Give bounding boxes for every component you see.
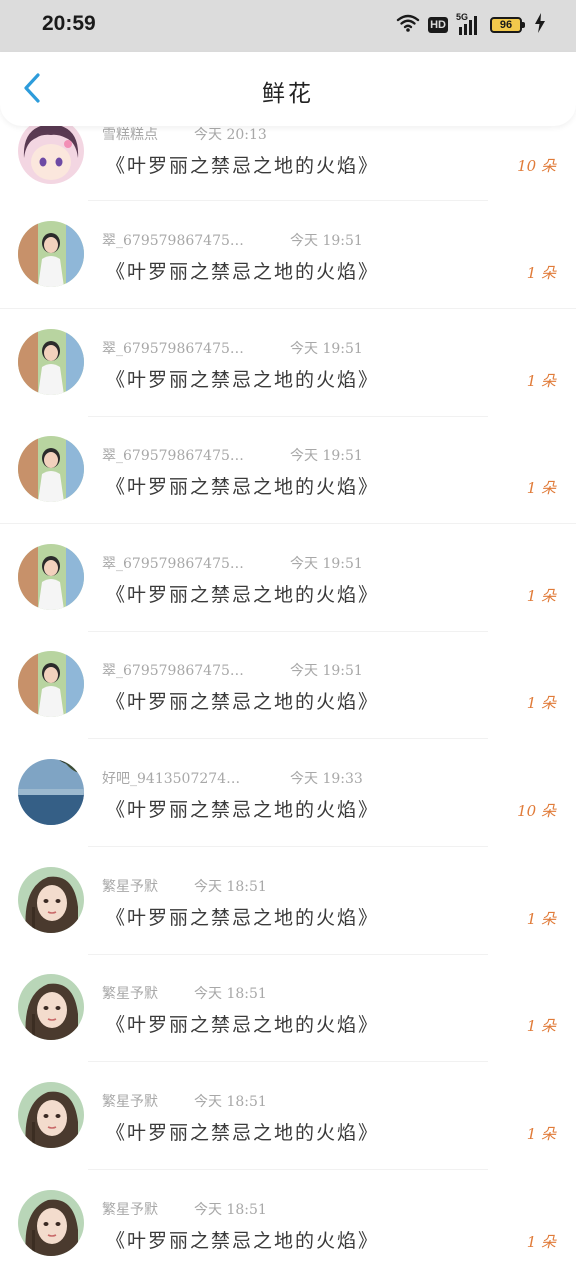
record-meta: 翠_679579867475… 今天 19:51 — [102, 230, 363, 250]
user-name: 翠_679579867475… — [102, 556, 244, 572]
gift-title: 《叶罗丽之禁忌之地的火焰》 — [106, 476, 380, 498]
record-meta: 繁星予默 今天 18:51 — [102, 1091, 267, 1111]
list-item[interactable]: 繁星予默 今天 18:51 《叶罗丽之禁忌之地的火焰》 1 朵 — [0, 847, 576, 955]
list-item[interactable]: 翠_679579867475… 今天 19:51 《叶罗丽之禁忌之地的火焰》 1… — [0, 631, 576, 739]
record-time: 今天 19:51 — [290, 448, 363, 464]
record-time: 今天 19:51 — [290, 233, 363, 249]
gift-title: 《叶罗丽之禁忌之地的火焰》 — [106, 1230, 380, 1252]
record-meta: 繁星予默 今天 18:51 — [102, 876, 267, 896]
gift-title: 《叶罗丽之禁忌之地的火焰》 — [106, 1014, 380, 1036]
list-item[interactable]: 繁星予默 今天 18:51 《叶罗丽之禁忌之地的火焰》 1 朵 — [0, 954, 576, 1062]
gift-title: 《叶罗丽之禁忌之地的火焰》 — [106, 584, 380, 606]
user-name: 翠_679579867475… — [102, 663, 244, 679]
gift-title: 《叶罗丽之禁忌之地的火焰》 — [106, 155, 380, 177]
record-meta: 翠_679579867475… 今天 19:51 — [102, 445, 363, 465]
charging-icon — [534, 13, 546, 37]
child-photo-avatar[interactable] — [18, 221, 84, 287]
record-time: 今天 20:13 — [194, 127, 267, 143]
record-meta: 雪糕糕点 今天 20:13 — [102, 124, 267, 144]
list-item[interactable]: 繁星予默 今天 18:51 《叶罗丽之禁忌之地的火焰》 1 朵 — [0, 1062, 576, 1170]
status-bar: 20:59 HD 5G 96 — [0, 0, 576, 52]
status-time: 20:59 — [42, 12, 96, 35]
beach-photo-avatar[interactable] — [18, 759, 84, 825]
battery-level: 96 — [499, 19, 513, 31]
battery-icon: 96 — [490, 17, 525, 33]
flower-count: 10 朵 — [517, 802, 556, 820]
navigation-header: 鲜花 — [0, 52, 576, 126]
anime-girl-avatar[interactable] — [18, 118, 84, 184]
gift-title: 《叶罗丽之禁忌之地的火焰》 — [106, 799, 380, 821]
record-meta: 繁星予默 今天 18:51 — [102, 983, 267, 1003]
list-item[interactable]: 翠_679579867475… 今天 19:51 《叶罗丽之禁忌之地的火焰》 1… — [0, 524, 576, 632]
painted-girl-avatar[interactable] — [18, 1190, 84, 1256]
child-photo-avatar[interactable] — [18, 544, 84, 610]
flower-count: 1 朵 — [526, 372, 556, 390]
flower-count: 1 朵 — [526, 264, 556, 282]
record-meta: 翠_679579867475… 今天 19:51 — [102, 338, 363, 358]
user-name: 好吧_9413507274… — [102, 771, 241, 787]
record-time: 今天 19:33 — [290, 771, 363, 787]
list-item[interactable]: 翠_679579867475… 今天 19:51 《叶罗丽之禁忌之地的火焰》 1… — [0, 201, 576, 309]
user-name: 翠_679579867475… — [102, 233, 244, 249]
record-meta: 好吧_9413507274… 今天 19:33 — [102, 768, 363, 788]
user-name: 繁星予默 — [102, 1202, 158, 1218]
user-name: 繁星予默 — [102, 1094, 158, 1110]
gift-title: 《叶罗丽之禁忌之地的火焰》 — [106, 369, 380, 391]
status-icons: HD 5G 96 — [396, 12, 546, 37]
user-name: 繁星予默 — [102, 986, 158, 1002]
painted-girl-avatar[interactable] — [18, 974, 84, 1040]
record-time: 今天 18:51 — [194, 986, 267, 1002]
flower-count: 10 朵 — [517, 157, 556, 175]
user-name: 繁星予默 — [102, 879, 158, 895]
record-meta: 翠_679579867475… 今天 19:51 — [102, 553, 363, 573]
record-time: 今天 19:51 — [290, 341, 363, 357]
gift-title: 《叶罗丽之禁忌之地的火焰》 — [106, 261, 380, 283]
record-time: 今天 18:51 — [194, 879, 267, 895]
list-item[interactable]: 繁星予默 今天 18:51 《叶罗丽之禁忌之地的火焰》 1 朵 — [0, 1170, 576, 1278]
wifi-icon — [396, 14, 420, 36]
child-photo-avatar[interactable] — [18, 436, 84, 502]
record-meta: 繁星予默 今天 18:51 — [102, 1199, 267, 1219]
hd-badge: HD — [428, 17, 448, 33]
flower-count: 1 朵 — [526, 479, 556, 497]
list-item[interactable]: 翠_679579867475… 今天 19:51 《叶罗丽之禁忌之地的火焰》 1… — [0, 309, 576, 417]
flower-count: 1 朵 — [526, 694, 556, 712]
user-name: 雪糕糕点 — [102, 127, 158, 143]
flower-count: 1 朵 — [526, 1017, 556, 1035]
flower-count: 1 朵 — [526, 1125, 556, 1143]
record-time: 今天 18:51 — [194, 1094, 267, 1110]
user-name: 翠_679579867475… — [102, 448, 244, 464]
painted-girl-avatar[interactable] — [18, 1082, 84, 1148]
record-time: 今天 18:51 — [194, 1202, 267, 1218]
page-title: 鲜花 — [262, 81, 314, 107]
painted-girl-avatar[interactable] — [18, 867, 84, 933]
record-time: 今天 19:51 — [290, 556, 363, 572]
list-item[interactable]: 翠_679579867475… 今天 19:51 《叶罗丽之禁忌之地的火焰》 1… — [0, 416, 576, 524]
gift-title: 《叶罗丽之禁忌之地的火焰》 — [106, 907, 380, 929]
record-time: 今天 19:51 — [290, 663, 363, 679]
list-item[interactable]: 好吧_9413507274… 今天 19:33 《叶罗丽之禁忌之地的火焰》 10… — [0, 739, 576, 847]
child-photo-avatar[interactable] — [18, 329, 84, 395]
flower-count: 1 朵 — [526, 1233, 556, 1251]
record-meta: 翠_679579867475… 今天 19:51 — [102, 660, 363, 680]
flower-count: 1 朵 — [526, 910, 556, 928]
user-name: 翠_679579867475… — [102, 341, 244, 357]
gift-title: 《叶罗丽之禁忌之地的火焰》 — [106, 1122, 380, 1144]
signal-icon: 5G — [456, 12, 482, 35]
child-photo-avatar[interactable] — [18, 651, 84, 717]
flower-count: 1 朵 — [526, 587, 556, 605]
gift-title: 《叶罗丽之禁忌之地的火焰》 — [106, 691, 380, 713]
